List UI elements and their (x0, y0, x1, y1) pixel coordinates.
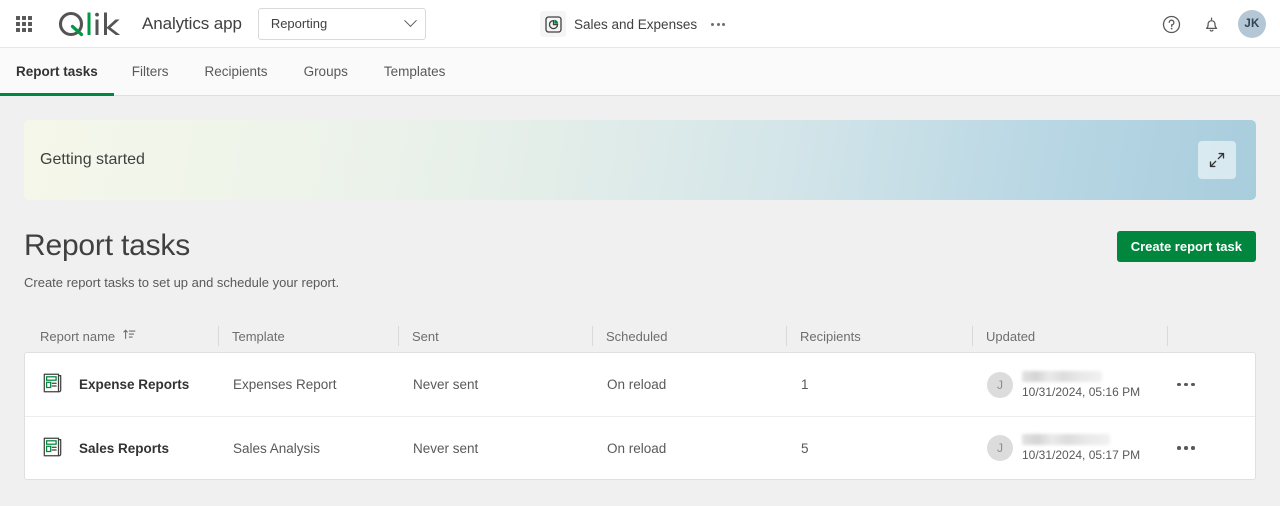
report-name-label: Expense Reports (79, 377, 190, 392)
space-selector-value: Reporting (270, 16, 328, 31)
updated-details: 10/31/2024, 05:17 PM (1022, 434, 1140, 462)
report-name-label: Sales Reports (79, 440, 170, 456)
column-header-template-label: Template (232, 328, 285, 344)
getting-started-title: Getting started (40, 151, 145, 168)
tab-report-tasks-label: Report tasks (16, 64, 98, 79)
updated-by-name-redacted (1022, 434, 1110, 445)
updated-date: 10/31/2024, 05:16 PM (1022, 384, 1141, 399)
column-header-actions (1167, 326, 1238, 346)
cell-scheduled: On reload (607, 440, 667, 456)
table-body: Expense Reports Expenses Report Never se… (24, 352, 1256, 480)
expand-icon (1209, 152, 1225, 168)
updated-date: 10/31/2024, 05:17 PM (1022, 448, 1141, 462)
top-bar: Analytics app Reporting Sales and Expens… (0, 0, 1280, 48)
cell-report-name: Expense Reports (41, 371, 233, 398)
tab-groups-label: Groups (303, 64, 348, 79)
column-header-sent[interactable]: Sent (398, 326, 606, 346)
app-breadcrumb: Sales and Expenses (540, 0, 726, 48)
column-header-recipients-label: Recipients (800, 328, 861, 344)
qlik-logo[interactable] (56, 10, 126, 38)
column-header-report-name-label: Report name (40, 328, 116, 344)
page-subtitle: Create report tasks to set up and schedu… (24, 275, 340, 290)
row-more-options-icon[interactable] (1169, 446, 1239, 450)
tab-recipients[interactable]: Recipients (187, 48, 286, 95)
tab-templates-label: Templates (383, 64, 446, 79)
tab-report-tasks[interactable]: Report tasks (0, 48, 114, 96)
row-more-options-icon[interactable] (1169, 382, 1239, 387)
page-header: Report tasks Create report tasks to set … (24, 228, 1256, 290)
report-tasks-table: Report name Template Sent Scheduled Reci… (24, 320, 1256, 480)
cell-actions (1169, 446, 1239, 450)
grid-menu-icon (16, 15, 32, 32)
help-icon[interactable] (1158, 11, 1184, 37)
column-header-sent-label: Sent (412, 328, 439, 344)
report-icon (41, 371, 65, 398)
app-chart-icon (540, 11, 566, 37)
cell-sent: Never sent (413, 377, 479, 392)
updated-by-avatar: J (987, 435, 1013, 461)
cell-updated: J 10/31/2024, 05:17 PM (987, 434, 1169, 462)
updated-by-avatar: J (987, 371, 1013, 398)
chevron-down-icon (403, 14, 417, 28)
table-row[interactable]: Expense Reports Expenses Report Never se… (25, 353, 1255, 416)
sort-ascending-icon (123, 328, 136, 344)
table-row[interactable]: Sales Reports Sales Analysis Never sent … (25, 416, 1255, 479)
cell-actions (1169, 382, 1239, 387)
expand-banner-button[interactable] (1198, 141, 1236, 179)
getting-started-banner[interactable]: Getting started (24, 120, 1256, 200)
tab-filters[interactable]: Filters (114, 48, 187, 95)
space-selector[interactable]: Reporting (257, 7, 426, 40)
app-launcher-button[interactable] (0, 0, 48, 48)
cell-scheduled: On reload (607, 377, 667, 392)
cell-report-name: Sales Reports (41, 435, 233, 462)
column-header-updated-label: Updated (986, 328, 1036, 344)
main-content: Getting started Report tasks Create repo… (0, 120, 1280, 480)
cell-sent: Never sent (413, 440, 479, 456)
top-bar-actions: JK (1158, 0, 1266, 48)
report-icon (41, 435, 65, 462)
tab-filters-label: Filters (131, 64, 169, 79)
column-header-scheduled-label: Scheduled (606, 328, 668, 344)
tab-templates[interactable]: Templates (366, 48, 464, 95)
updated-details: 10/31/2024, 05:16 PM (1022, 370, 1141, 399)
page-app-title: Analytics app (142, 13, 242, 33)
cell-template: Expenses Report (233, 377, 337, 392)
column-header-scheduled[interactable]: Scheduled (592, 326, 800, 346)
tab-recipients-label: Recipients (204, 64, 268, 79)
column-header-recipients[interactable]: Recipients (786, 326, 986, 346)
page-header-text: Report tasks Create report tasks to set … (24, 228, 339, 290)
section-tabs: Report tasks Filters Recipients Groups T… (0, 48, 1280, 96)
user-avatar[interactable]: JK (1238, 10, 1266, 38)
column-header-template[interactable]: Template (218, 326, 412, 346)
page-title: Report tasks (24, 229, 190, 262)
cell-template: Sales Analysis (233, 440, 321, 456)
notifications-bell-icon[interactable] (1198, 11, 1224, 37)
app-more-options-icon[interactable] (711, 22, 726, 26)
column-header-report-name[interactable]: Report name (40, 326, 232, 346)
column-header-updated[interactable]: Updated (972, 326, 1168, 346)
cell-recipients: 5 (801, 440, 809, 456)
cell-updated: J 10/31/2024, 05:16 PM (987, 370, 1169, 399)
app-name-link[interactable]: Sales and Expenses (574, 17, 697, 32)
create-report-task-button[interactable]: Create report task (1116, 231, 1256, 262)
tab-groups[interactable]: Groups (286, 48, 366, 95)
updated-by-name-redacted (1022, 370, 1102, 382)
table-header-row: Report name Template Sent Scheduled Reci… (24, 320, 1256, 352)
cell-recipients: 1 (801, 377, 809, 392)
